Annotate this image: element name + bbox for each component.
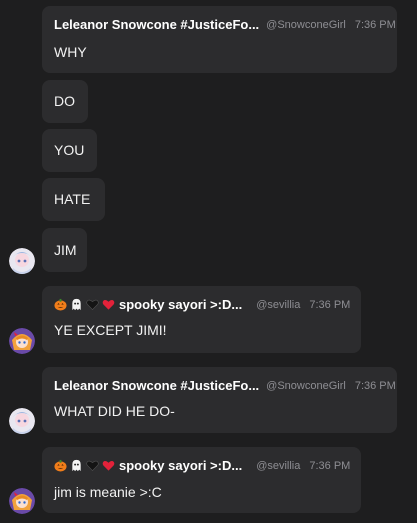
ghost-icon: [72, 459, 81, 472]
message-bubble[interactable]: DO: [42, 80, 88, 123]
name-emojis: [54, 459, 115, 472]
avatar[interactable]: [9, 408, 35, 434]
timestamp: 7:36 PM: [309, 459, 351, 472]
message-header: Leleanor Snowcone #JusticeFo... @Snowcon…: [54, 17, 396, 32]
black-heart-icon: [86, 299, 99, 311]
avatar-snowcone-icon: [9, 248, 35, 274]
message-text: JIM: [54, 242, 77, 258]
message-bubble[interactable]: YOU: [42, 129, 97, 172]
jack-o-lantern-icon: [54, 459, 67, 472]
timestamp: 7:36 PM: [309, 298, 351, 311]
message-text: WHAT DID HE DO-: [54, 403, 175, 419]
message-bubble[interactable]: spooky sayori >:D... @sevillia 7:36 PM Y…: [42, 286, 361, 353]
author-name[interactable]: spooky sayori >:D...: [119, 458, 242, 473]
author-name[interactable]: Leleanor Snowcone #JusticeFo...: [54, 17, 259, 32]
message-text: YOU: [54, 142, 85, 158]
message-header: spooky sayori >:D... @sevillia 7:36 PM: [54, 297, 350, 312]
message-header: spooky sayori >:D... @sevillia 7:36 PM: [54, 458, 350, 473]
avatar[interactable]: [9, 248, 35, 274]
message-bubble[interactable]: HATE: [42, 178, 105, 221]
black-heart-icon: [86, 460, 99, 472]
message-text: WHY: [54, 44, 87, 60]
timestamp: 7:36 PM: [354, 18, 396, 31]
message-text: YE EXCEPT JIMI!: [54, 322, 167, 338]
red-heart-icon: [102, 461, 115, 471]
message-text: HATE: [54, 191, 91, 207]
avatar[interactable]: [9, 488, 35, 514]
avatar-sayori-icon: [9, 488, 35, 514]
author-handle[interactable]: @SnowconeGirl: [266, 19, 346, 31]
message-bubble[interactable]: Leleanor Snowcone #JusticeFo... @Snowcon…: [42, 6, 397, 73]
message-text: DO: [54, 93, 75, 109]
ghost-icon: [72, 298, 81, 311]
name-emojis: [54, 298, 115, 311]
message-header: Leleanor Snowcone #JusticeFo... @Snowcon…: [54, 378, 396, 393]
red-heart-icon: [102, 300, 115, 310]
avatar-sayori-icon: [9, 328, 35, 354]
author-name[interactable]: Leleanor Snowcone #JusticeFo...: [54, 378, 259, 393]
message-bubble[interactable]: spooky sayori >:D... @sevillia 7:36 PM j…: [42, 447, 361, 513]
author-handle[interactable]: @sevillia: [256, 460, 300, 472]
author-handle[interactable]: @sevillia: [256, 299, 300, 311]
author-handle[interactable]: @SnowconeGirl: [266, 380, 346, 392]
jack-o-lantern-icon: [54, 298, 67, 311]
author-name[interactable]: spooky sayori >:D...: [119, 297, 242, 312]
timestamp: 7:36 PM: [354, 379, 396, 392]
message-bubble[interactable]: Leleanor Snowcone #JusticeFo... @Snowcon…: [42, 367, 397, 433]
avatar[interactable]: [9, 328, 35, 354]
chat-log: Leleanor Snowcone #JusticeFo... @Snowcon…: [0, 0, 417, 523]
message-text: jim is meanie >:C: [54, 484, 162, 500]
message-bubble[interactable]: JIM: [42, 228, 87, 272]
avatar-snowcone-icon: [9, 408, 35, 434]
